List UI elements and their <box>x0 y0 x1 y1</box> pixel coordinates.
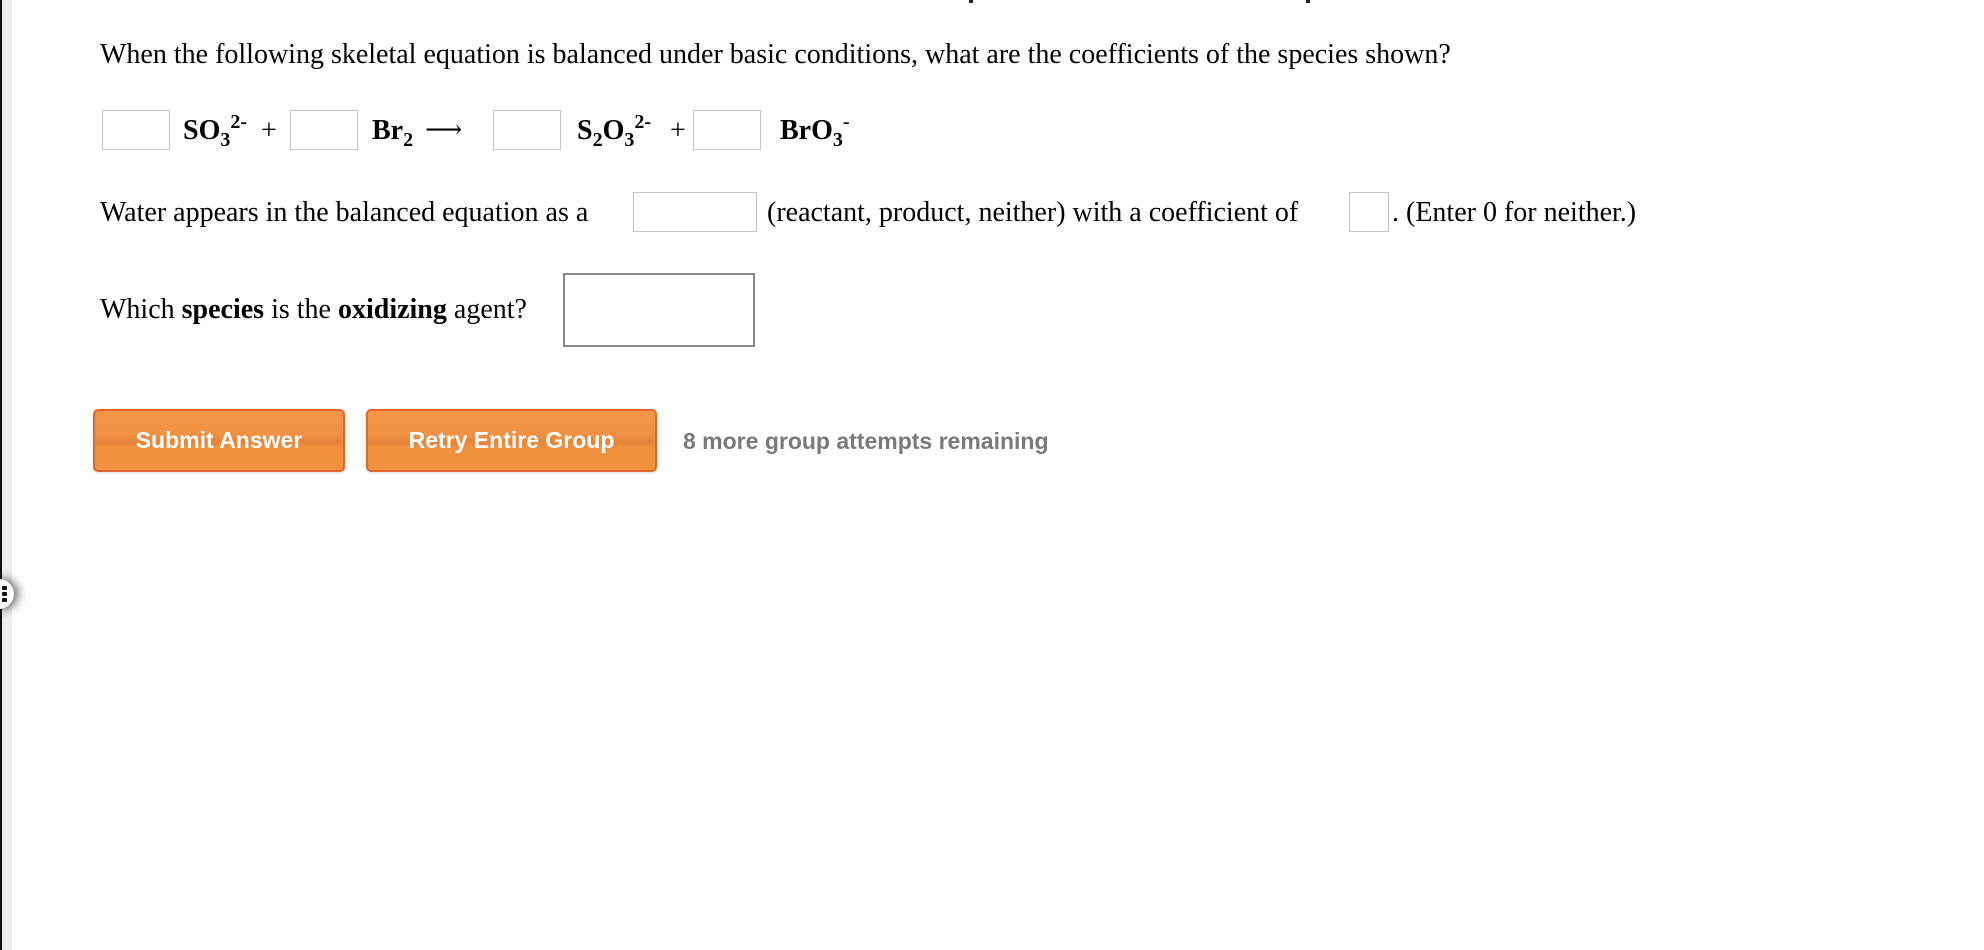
water-prompt: Water appears in the balanced equation a… <box>100 197 589 228</box>
clipped-text-fragment <box>1306 0 1310 3</box>
attempts-remaining-status: 8 more group attempts remaining <box>683 428 1049 454</box>
prompt-bold-text: species <box>181 294 265 325</box>
drag-handle-icon <box>2 586 10 602</box>
coefficient-input-2[interactable] <box>290 110 358 150</box>
species-bromate: BrO3- <box>780 111 850 151</box>
subscript: 2 <box>403 129 414 151</box>
water-coefficient-input[interactable] <box>1349 192 1389 232</box>
species-text: SO <box>183 115 221 146</box>
species-text: O <box>602 115 625 146</box>
coefficient-input-1[interactable] <box>102 110 170 150</box>
species-text: S <box>577 115 593 146</box>
subscript: 2 <box>592 129 603 151</box>
charge-superscript: - <box>842 111 850 133</box>
water-role-input[interactable] <box>633 192 757 232</box>
charge-superscript: 2- <box>230 111 248 133</box>
plus-sign: + <box>261 115 277 146</box>
prompt-bold-text: oxidizing <box>337 294 447 325</box>
subscript: 3 <box>832 129 843 151</box>
subscript: 3 <box>220 129 231 151</box>
retry-entire-group-button[interactable]: Retry Entire Group <box>366 409 657 472</box>
plus-sign: + <box>670 115 686 146</box>
prompt-text: Which <box>100 294 175 325</box>
submit-answer-button[interactable]: Submit Answer <box>93 409 345 472</box>
subscript: 3 <box>624 129 635 151</box>
clipped-text-fragment <box>969 0 973 3</box>
species-bromine: Br2 <box>372 114 414 151</box>
water-hint-text: . (Enter 0 for neither.) <box>1392 197 1637 228</box>
species-thiosulfate: S2O32- <box>577 111 652 151</box>
oxidizing-prompt: Which species is the oxidizing agent? <box>100 293 527 327</box>
water-options-text: (reactant, product, neither) with a coef… <box>767 197 1299 228</box>
reaction-arrow-icon: ⟶ <box>425 115 463 144</box>
question-prompt: When the following skeletal equation is … <box>100 39 1451 70</box>
species-sulfite: SO32- <box>183 111 248 151</box>
prompt-text: is the <box>271 294 331 325</box>
species-text: Br <box>372 115 404 146</box>
charge-superscript: 2- <box>634 111 652 133</box>
prompt-text: agent? <box>453 294 527 325</box>
species-text: BrO <box>780 115 833 146</box>
left-gutter <box>2 0 12 950</box>
coefficient-input-4[interactable] <box>693 110 761 150</box>
oxidizing-agent-dropzone[interactable] <box>563 273 755 347</box>
coefficient-input-3[interactable] <box>493 110 561 150</box>
